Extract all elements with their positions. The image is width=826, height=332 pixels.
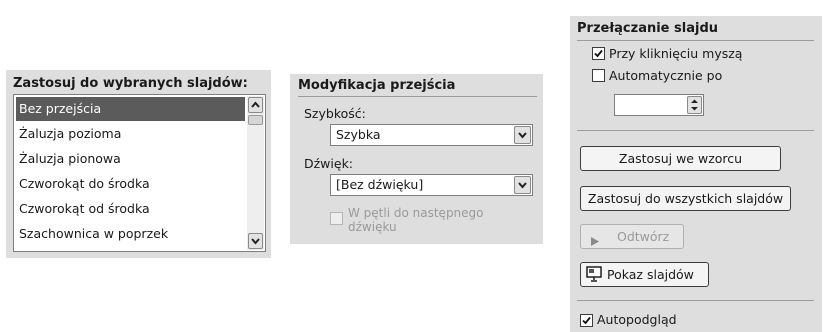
transition-list[interactable]: Bez przejścia Żaluzja pozioma Żaluzja pi… <box>13 94 266 252</box>
sound-label: Dźwięk: <box>304 156 354 171</box>
auto-advance-label: Automatycznie po <box>609 68 723 83</box>
scroll-down-button[interactable] <box>248 233 263 249</box>
play-label: Odtwórz <box>617 229 670 244</box>
play-button[interactable]: Odtwórz <box>580 224 684 249</box>
list-item[interactable]: Czworokąt do środka <box>16 172 245 196</box>
list-item[interactable]: Żaluzja pozioma <box>16 122 245 146</box>
sound-select[interactable]: [Bez dźwięku] <box>330 174 533 196</box>
on-click-checkbox[interactable] <box>592 47 605 60</box>
slide-advance-panel: Przełączanie slajdu Przy kliknięciu mysz… <box>570 16 822 332</box>
apply-to-all-slides-button[interactable]: Zastosuj do wszystkich slajdów <box>580 186 791 211</box>
sound-value: [Bez dźwięku] <box>336 177 424 192</box>
list-item[interactable]: Czworokąt od środka <box>16 197 245 221</box>
chevron-down-icon[interactable] <box>514 176 531 194</box>
panel-title-modify: Modyfikacja przejścia <box>298 78 456 93</box>
divider <box>298 96 537 97</box>
slideshow-label: Pokaz slajdów <box>607 267 694 282</box>
panel-title-apply: Zastosuj do wybranych slajdów: <box>13 76 248 91</box>
list-item[interactable]: Żaluzja pionowa <box>16 147 245 171</box>
list-scrollbar[interactable] <box>247 96 264 250</box>
auto-advance-checkbox[interactable] <box>592 69 605 82</box>
divider <box>577 40 814 41</box>
autopreview-checkbox[interactable] <box>580 314 593 327</box>
divider <box>577 130 814 131</box>
apply-to-master-button[interactable]: Zastosuj we wzorcu <box>580 146 781 171</box>
speed-label: Szybkość: <box>304 106 366 121</box>
modify-transition-panel: Modyfikacja przejścia Szybkość: Szybka D… <box>290 74 543 244</box>
slideshow-button[interactable]: Pokaz slajdów <box>580 262 709 287</box>
spinner-arrows-icon[interactable] <box>687 96 702 114</box>
speed-select[interactable]: Szybka <box>330 124 533 146</box>
list-item[interactable]: Szachownica w poprzek <box>16 222 245 246</box>
list-item[interactable]: Bez przejścia <box>16 97 245 121</box>
play-icon <box>590 231 600 254</box>
loop-checkbox[interactable] <box>330 212 343 225</box>
projector-screen-icon <box>586 266 602 289</box>
on-click-label: Przy kliknięciu myszą <box>609 46 743 61</box>
panel-title-advance: Przełączanie slajdu <box>577 21 719 36</box>
speed-value: Szybka <box>336 127 381 142</box>
auto-advance-time-input[interactable] <box>614 94 704 116</box>
scroll-up-button[interactable] <box>248 97 263 113</box>
apply-to-slides-panel: Zastosuj do wybranych slajdów: Bez przej… <box>6 70 271 258</box>
scroll-thumb[interactable] <box>248 115 263 125</box>
chevron-down-icon[interactable] <box>514 126 531 144</box>
autopreview-label: Autopodgląd <box>597 312 677 327</box>
divider <box>577 300 814 301</box>
loop-label: W pętli do następnego <box>348 206 484 220</box>
loop-label-cont: dźwięku <box>348 220 397 234</box>
